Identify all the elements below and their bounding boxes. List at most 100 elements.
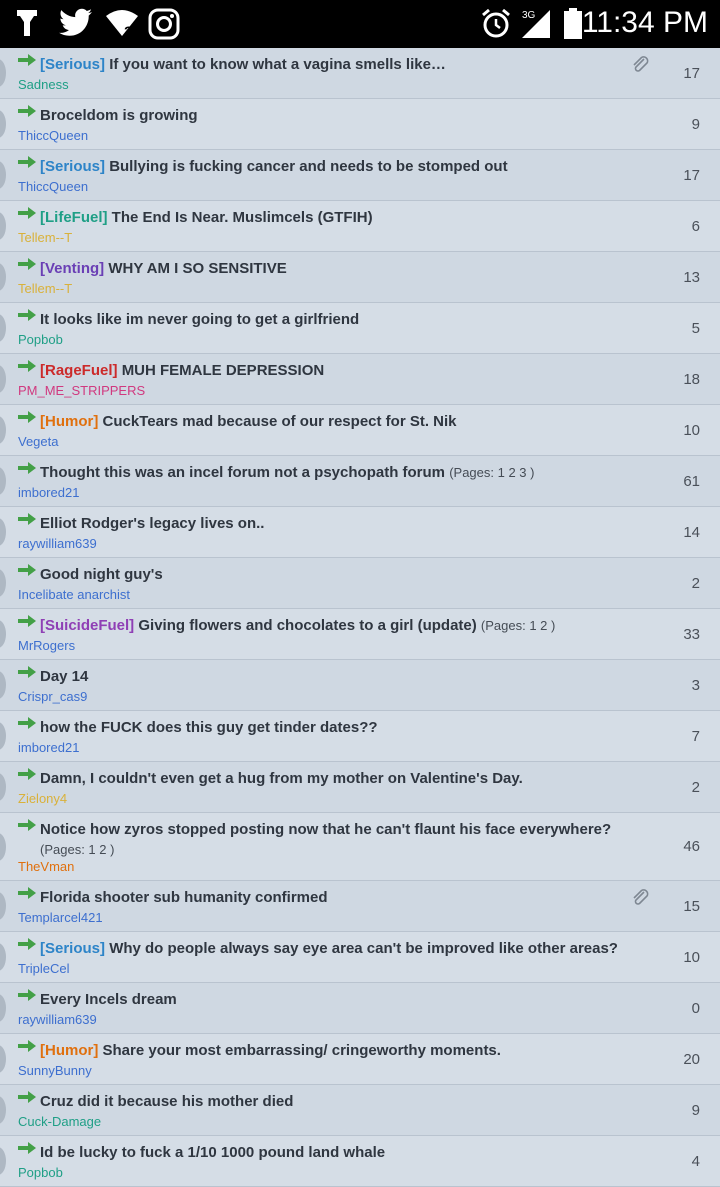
thread-title-text[interactable]: Broceldom is growing: [40, 107, 198, 124]
thread-prefix[interactable]: [LifeFuel]: [40, 209, 108, 226]
thread-prefix[interactable]: [Serious]: [40, 940, 105, 957]
thread-title-text[interactable]: Every Incels dream: [40, 991, 177, 1008]
thread-author[interactable]: Cuck-Damage: [18, 1114, 101, 1129]
thread-title-text[interactable]: WHY AM I SO SENSITIVE: [108, 260, 286, 277]
thread-title-text[interactable]: MUH FEMALE DEPRESSION: [122, 362, 325, 379]
thread-title[interactable]: [Serious] Bullying is fucking cancer and…: [40, 157, 640, 177]
thread-prefix[interactable]: [RageFuel]: [40, 362, 118, 379]
thread-prefix[interactable]: [Venting]: [40, 260, 104, 277]
thread-row[interactable]: [Venting] WHY AM I SO SENSITIVE Tellem--T…: [0, 252, 720, 303]
thread-title[interactable]: Cruz did it because his mother died: [40, 1092, 640, 1112]
thread-author[interactable]: TripleCel: [18, 961, 70, 976]
thread-author[interactable]: Incelibate anarchist: [18, 587, 130, 602]
thread-title-text[interactable]: It looks like im never going to get a gi…: [40, 311, 359, 328]
thread-row[interactable]: Good night guy's Incelibate anarchist 2: [0, 558, 720, 609]
thread-row[interactable]: [LifeFuel] The End Is Near. Muslimcels (…: [0, 201, 720, 252]
thread-title-text[interactable]: Day 14: [40, 668, 88, 685]
thread-author[interactable]: Popbob: [18, 332, 63, 347]
thread-title-text[interactable]: Share your most embarrassing/ cringewort…: [103, 1042, 501, 1059]
thread-title[interactable]: Broceldom is growing: [40, 106, 640, 126]
thread-title[interactable]: [SuicideFuel] Giving flowers and chocola…: [40, 616, 640, 636]
thread-title[interactable]: [RageFuel] MUH FEMALE DEPRESSION: [40, 361, 640, 381]
thread-author[interactable]: Tellem--T: [18, 230, 72, 245]
thread-row[interactable]: [Serious] Why do people always say eye a…: [0, 932, 720, 983]
thread-title[interactable]: Thought this was an incel forum not a ps…: [40, 463, 640, 483]
thread-row[interactable]: Florida shooter sub humanity confirmed Te…: [0, 881, 720, 932]
thread-title[interactable]: Elliot Rodger's legacy lives on..: [40, 514, 640, 534]
thread-title-text[interactable]: Thought this was an incel forum not a ps…: [40, 464, 445, 481]
thread-author[interactable]: raywilliam639: [18, 1012, 97, 1027]
thread-title-text[interactable]: CuckTears mad because of our respect for…: [103, 413, 457, 430]
thread-title[interactable]: [Venting] WHY AM I SO SENSITIVE: [40, 259, 640, 279]
thread-row[interactable]: [Humor] CuckTears mad because of our res…: [0, 405, 720, 456]
thread-author[interactable]: ThiccQueen: [18, 179, 88, 194]
thread-author[interactable]: Zielony4: [18, 791, 67, 806]
thread-row[interactable]: how the FUCK does this guy get tinder da…: [0, 711, 720, 762]
thread-title-text[interactable]: Damn, I couldn't even get a hug from my …: [40, 770, 523, 787]
thread-row[interactable]: Id be lucky to fuck a 1/10 1000 pound la…: [0, 1136, 720, 1187]
thread-prefix[interactable]: [Serious]: [40, 158, 105, 175]
thread-title-text[interactable]: If you want to know what a vagina smells…: [109, 56, 446, 73]
thread-author[interactable]: Vegeta: [18, 434, 59, 449]
thread-author[interactable]: Sadness: [18, 77, 69, 92]
thread-title[interactable]: [Humor] Share your most embarrassing/ cr…: [40, 1041, 640, 1061]
thread-row[interactable]: [Serious] Bullying is fucking cancer and…: [0, 150, 720, 201]
thread-pages[interactable]: (Pages: 1 2 3 ): [449, 465, 534, 480]
thread-title[interactable]: how the FUCK does this guy get tinder da…: [40, 718, 640, 738]
thread-author[interactable]: SunnyBunny: [18, 1063, 92, 1078]
thread-author[interactable]: ThiccQueen: [18, 128, 88, 143]
thread-row[interactable]: Elliot Rodger's legacy lives on.. raywill…: [0, 507, 720, 558]
thread-title[interactable]: Every Incels dream: [40, 990, 640, 1010]
thread-author[interactable]: imbored21: [18, 740, 79, 755]
thread-author[interactable]: Tellem--T: [18, 281, 72, 296]
thread-author[interactable]: raywilliam639: [18, 536, 97, 551]
thread-title-text[interactable]: Good night guy's: [40, 566, 163, 583]
thread-row[interactable]: Cruz did it because his mother died Cuck-…: [0, 1085, 720, 1136]
thread-prefix[interactable]: [Humor]: [40, 413, 98, 430]
thread-row[interactable]: [Serious] If you want to know what a vag…: [0, 48, 720, 99]
thread-title-text[interactable]: Bullying is fucking cancer and needs to …: [109, 158, 507, 175]
thread-title[interactable]: Day 14: [40, 667, 640, 687]
thread-pages[interactable]: (Pages: 1 2 ): [481, 618, 555, 633]
thread-row[interactable]: [RageFuel] MUH FEMALE DEPRESSION PM_ME_ST…: [0, 354, 720, 405]
thread-author[interactable]: Crispr_cas9: [18, 689, 87, 704]
thread-pages[interactable]: (Pages: 1 2 ): [40, 842, 114, 857]
thread-title[interactable]: [Serious] Why do people always say eye a…: [40, 939, 640, 959]
thread-title[interactable]: Id be lucky to fuck a 1/10 1000 pound la…: [40, 1143, 640, 1163]
thread-row[interactable]: Day 14 Crispr_cas9 3: [0, 660, 720, 711]
thread-author[interactable]: MrRogers: [18, 638, 75, 653]
thread-author[interactable]: imbored21: [18, 485, 79, 500]
thread-author[interactable]: TheVman: [18, 859, 74, 874]
thread-title-text[interactable]: Elliot Rodger's legacy lives on..: [40, 515, 264, 532]
thread-title-text[interactable]: Giving flowers and chocolates to a girl …: [138, 617, 476, 634]
thread-prefix[interactable]: [Serious]: [40, 56, 105, 73]
thread-row[interactable]: Thought this was an incel forum not a ps…: [0, 456, 720, 507]
thread-title[interactable]: It looks like im never going to get a gi…: [40, 310, 640, 330]
thread-row[interactable]: It looks like im never going to get a gi…: [0, 303, 720, 354]
thread-title[interactable]: [LifeFuel] The End Is Near. Muslimcels (…: [40, 208, 640, 228]
thread-author[interactable]: Templarcel421: [18, 910, 103, 925]
thread-title-text[interactable]: how the FUCK does this guy get tinder da…: [40, 719, 378, 736]
thread-author[interactable]: Popbob: [18, 1165, 63, 1180]
thread-title-text[interactable]: Florida shooter sub humanity confirmed: [40, 889, 328, 906]
thread-title[interactable]: Damn, I couldn't even get a hug from my …: [40, 769, 640, 789]
thread-title-text[interactable]: Why do people always say eye area can't …: [109, 940, 618, 957]
thread-row[interactable]: Notice how zyros stopped posting now tha…: [0, 813, 720, 881]
thread-title[interactable]: Notice how zyros stopped posting now tha…: [40, 820, 640, 860]
thread-title[interactable]: [Serious] If you want to know what a vag…: [40, 55, 640, 75]
thread-row[interactable]: Broceldom is growing ThiccQueen 9: [0, 99, 720, 150]
thread-row[interactable]: [Humor] Share your most embarrassing/ cr…: [0, 1034, 720, 1085]
thread-title[interactable]: Florida shooter sub humanity confirmed: [40, 888, 640, 908]
thread-prefix[interactable]: [Humor]: [40, 1042, 98, 1059]
thread-row[interactable]: Every Incels dream raywilliam639 0: [0, 983, 720, 1034]
thread-title-text[interactable]: The End Is Near. Muslimcels (GTFIH): [112, 209, 373, 226]
thread-title[interactable]: [Humor] CuckTears mad because of our res…: [40, 412, 640, 432]
thread-row[interactable]: [SuicideFuel] Giving flowers and chocola…: [0, 609, 720, 660]
thread-row[interactable]: Damn, I couldn't even get a hug from my …: [0, 762, 720, 813]
thread-title-text[interactable]: Cruz did it because his mother died: [40, 1093, 293, 1110]
thread-title-text[interactable]: Id be lucky to fuck a 1/10 1000 pound la…: [40, 1144, 385, 1161]
thread-author[interactable]: PM_ME_STRIPPERS: [18, 383, 145, 398]
thread-title[interactable]: Good night guy's: [40, 565, 640, 585]
thread-title-text[interactable]: Notice how zyros stopped posting now tha…: [40, 821, 611, 838]
thread-prefix[interactable]: [SuicideFuel]: [40, 617, 134, 634]
